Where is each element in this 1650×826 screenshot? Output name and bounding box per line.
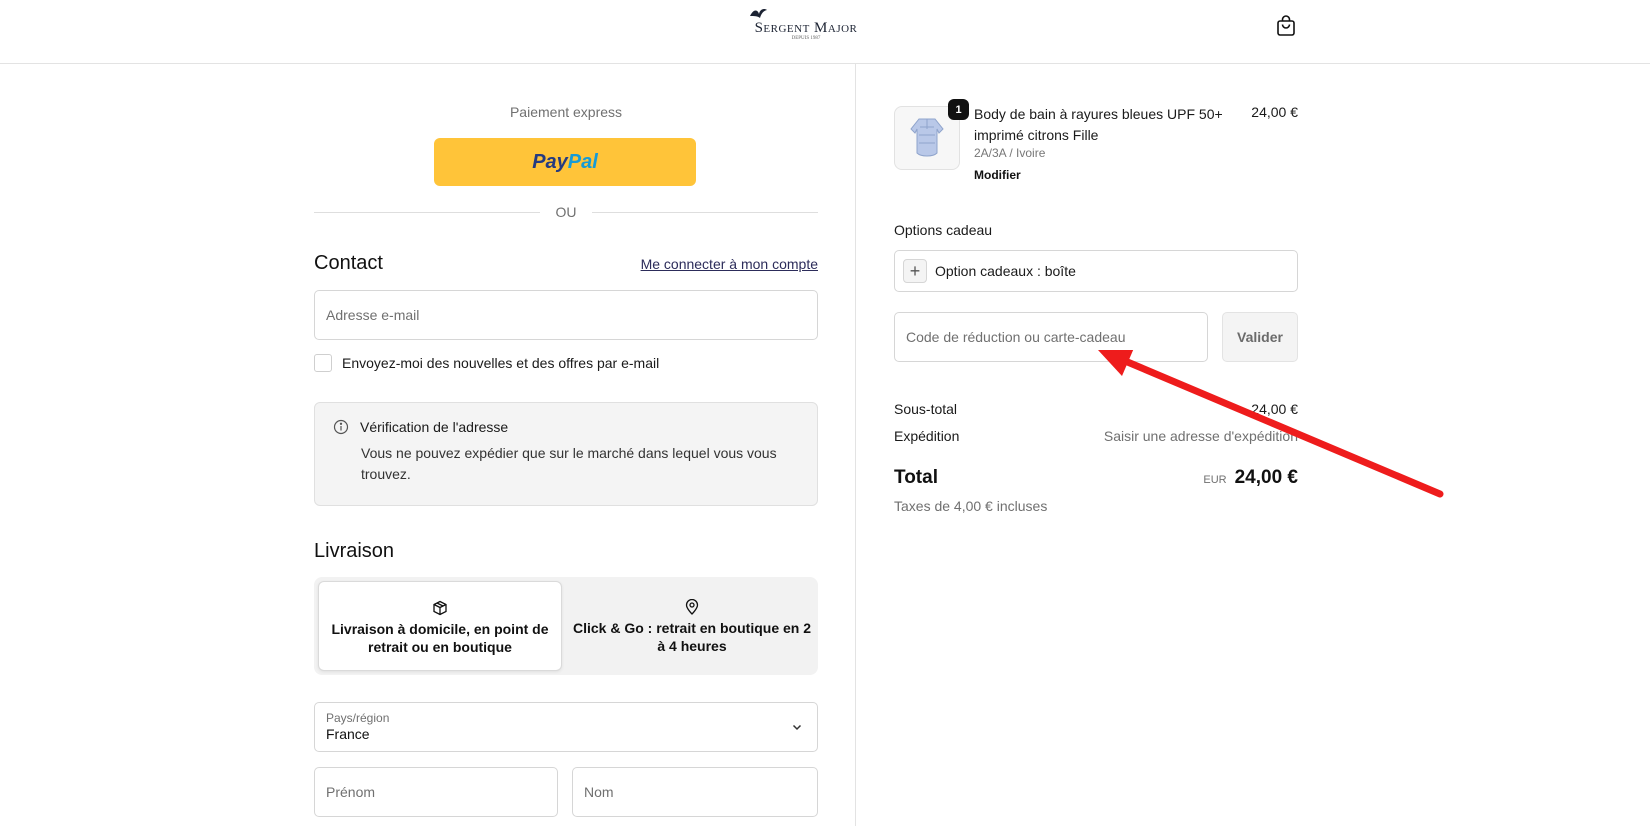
quantity-badge: 1 (948, 99, 969, 120)
login-link[interactable]: Me connecter à mon compte (641, 256, 818, 272)
tab-click-and-go[interactable]: Click & Go : retrait en boutique en 2 à … (570, 581, 814, 671)
total-label: Total (894, 467, 938, 488)
shipping-value: Saisir une adresse d'expédition (1103, 428, 1298, 444)
package-icon (433, 600, 447, 616)
brand-tagline: DEPUIS 1987 (791, 36, 821, 41)
map-pin-icon (685, 599, 699, 615)
total-row: Total EUR 24,00 € (894, 467, 1298, 489)
delivery-heading: Livraison (314, 540, 395, 562)
email-field[interactable]: Adresse e-mail (314, 290, 818, 340)
gift-box-option[interactable]: + Option cadeaux : boîte (894, 250, 1298, 292)
subtotal-value: 24,00 € (1251, 401, 1298, 417)
contact-heading: Contact (314, 252, 383, 274)
lastname-placeholder: Nom (584, 784, 614, 800)
email-placeholder: Adresse e-mail (326, 307, 420, 323)
apply-discount-button[interactable]: Valider (1222, 312, 1298, 362)
gift-box-label: Option cadeaux : boîte (935, 263, 1076, 279)
product-thumbnail: 1 (894, 99, 969, 170)
modify-link[interactable]: Modifier (974, 168, 1021, 182)
notice-text: Vous ne pouvez expédier que sur le march… (361, 445, 777, 482)
subtotal-row: Sous-total 24,00 € (894, 401, 1298, 417)
tab-click-and-go-label: Click & Go : retrait en boutique en 2 à … (572, 620, 812, 654)
product-name: Body de bain à rayures bleues UPF 50+ im… (974, 106, 1223, 143)
country-select[interactable]: Pays/région France (314, 702, 818, 752)
gift-options-heading: Options cadeau (894, 222, 993, 238)
newsletter-label: Envoyez-moi des nouvelles et des offres … (342, 355, 660, 371)
delivery-method-tabs: Livraison à domicile, en point de retrai… (314, 577, 818, 675)
header: Sergent Major DEPUIS 1987 (0, 0, 1650, 64)
product-variant: 2A/3A / Ivoire (974, 146, 1046, 160)
subtotal-label: Sous-total (894, 401, 958, 417)
shopping-bag-icon[interactable] (1274, 14, 1298, 38)
notice-title: Vérification de l'adresse (360, 419, 509, 435)
chevron-down-icon (792, 724, 802, 731)
country-value: France (326, 726, 370, 742)
bird-logo-icon (750, 9, 767, 18)
tab-home-delivery[interactable]: Livraison à domicile, en point de retrai… (318, 581, 562, 671)
firstname-placeholder: Prénom (326, 784, 376, 800)
brand-logo[interactable]: Sergent Major DEPUIS 1987 (748, 6, 864, 46)
total-currency: EUR (1203, 474, 1227, 486)
lastname-field[interactable]: Nom (572, 767, 818, 817)
or-separator: OU (314, 204, 818, 220)
tab-home-delivery-label: Livraison à domicile, en point de retrai… (331, 621, 549, 655)
shipping-label: Expédition (894, 428, 960, 444)
info-icon (333, 419, 349, 435)
taxes-note: Taxes de 4,00 € incluses (894, 498, 1048, 514)
paypal-logo-pay: Pay (532, 150, 568, 173)
total-value: 24,00 € (1234, 467, 1298, 488)
firstname-field[interactable]: Prénom (314, 767, 558, 817)
discount-placeholder: Code de réduction ou carte-cadeau (906, 329, 1126, 345)
or-label: OU (545, 204, 587, 220)
express-checkout-label: Paiement express (509, 104, 623, 120)
newsletter-row[interactable]: Envoyez-moi des nouvelles et des offres … (314, 354, 659, 372)
newsletter-checkbox[interactable] (314, 354, 332, 372)
country-label: Pays/région (326, 711, 390, 725)
column-divider (855, 64, 856, 826)
product-price: 24,00 € (1251, 104, 1298, 120)
paypal-logo-pal: Pal (567, 150, 598, 173)
discount-code-input[interactable]: Code de réduction ou carte-cadeau (894, 312, 1208, 362)
shipping-row: Expédition Saisir une adresse d'expéditi… (894, 428, 1298, 444)
brand-name: Sergent Major (754, 20, 858, 36)
plus-icon[interactable]: + (903, 259, 927, 283)
address-notice: Vérification de l'adresse Vous ne pouvez… (314, 402, 818, 506)
paypal-button[interactable]: Pay Pal (434, 138, 696, 186)
